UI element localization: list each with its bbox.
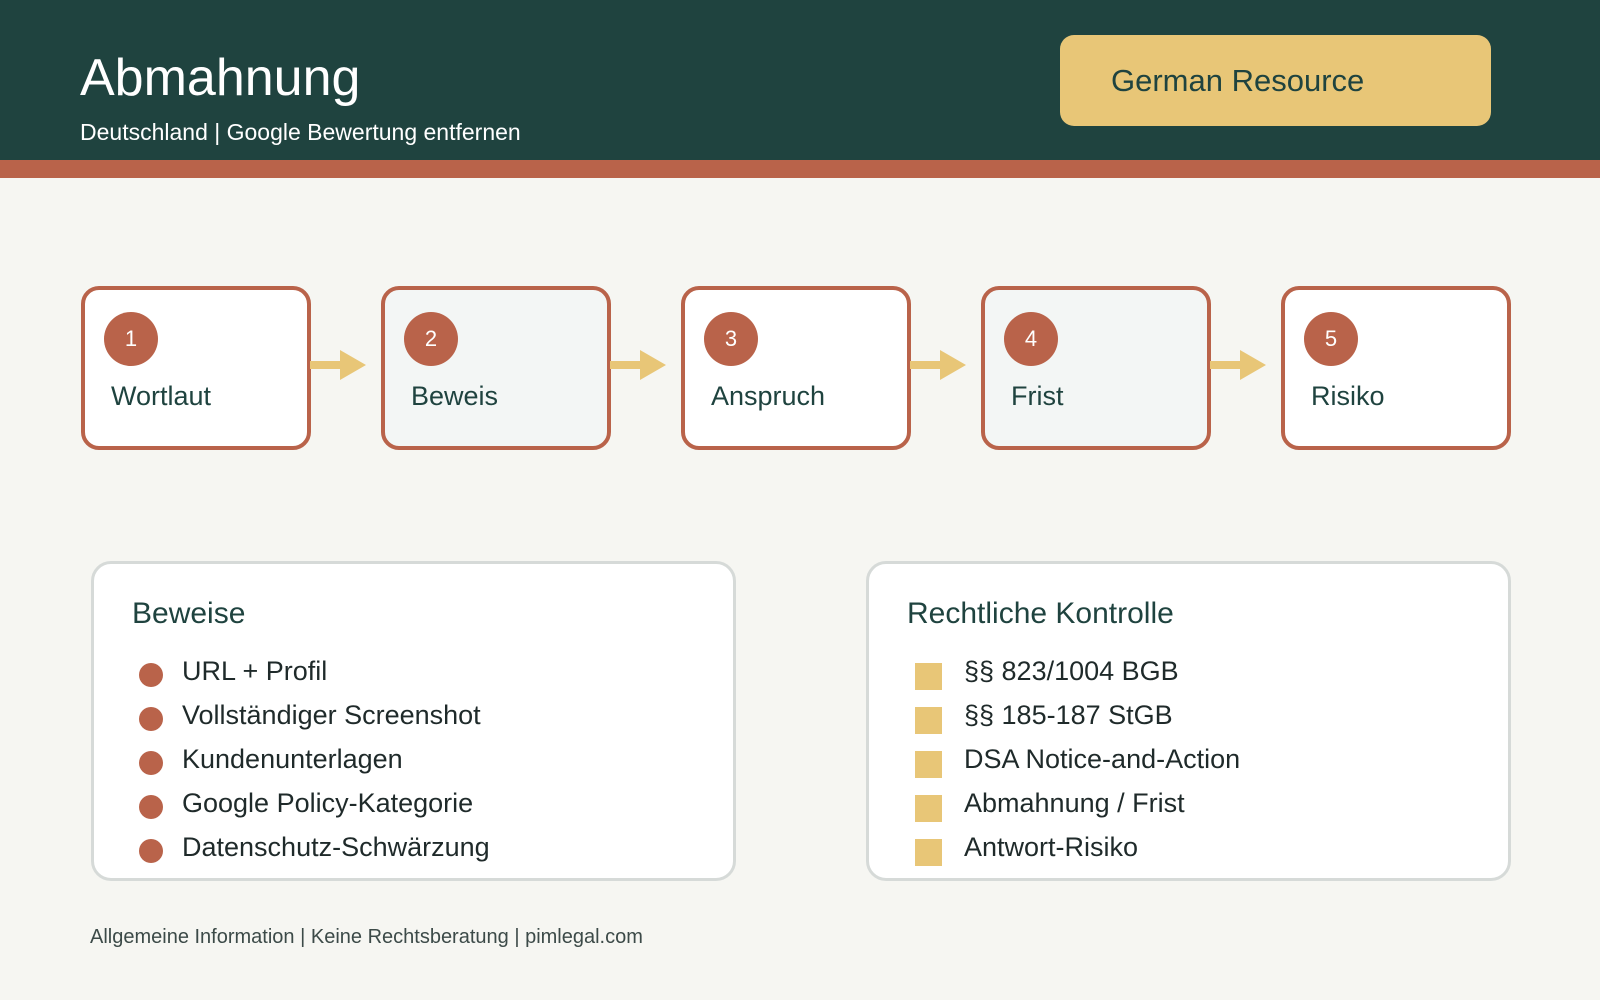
step-number-2: 2 — [404, 312, 458, 366]
evidence-list: URL + Profil Vollständiger Screenshot Ku… — [134, 649, 490, 869]
list-item-text: §§ 823/1004 BGB — [964, 656, 1179, 686]
arrow-right-icon — [610, 350, 666, 380]
list-item: §§ 823/1004 BGB — [909, 649, 1240, 693]
list-item-text: Antwort-Risiko — [964, 832, 1139, 862]
list-item: DSA Notice-and-Action — [909, 737, 1240, 781]
list-item-text: Abmahnung / Frist — [964, 788, 1185, 818]
list-item: URL + Profil — [134, 649, 490, 693]
bullet-square-icon — [915, 839, 942, 866]
step-number-1: 1 — [104, 312, 158, 366]
step-label-5: Risiko — [1311, 381, 1385, 411]
step-box-2: 2 Beweis — [381, 286, 611, 450]
list-item-text: Vollständiger Screenshot — [182, 700, 481, 730]
resource-badge-label: German Resource — [1111, 62, 1365, 98]
step-box-4: 4 Frist — [981, 286, 1211, 450]
list-item-text: Kundenunterlagen — [182, 744, 403, 774]
page-subtitle: Deutschland | Google Bewertung entfernen — [80, 119, 521, 145]
step-label-1: Wortlaut — [111, 381, 212, 411]
list-item: Kundenunterlagen — [134, 737, 490, 781]
list-item-text: §§ 185-187 StGB — [964, 700, 1173, 730]
bullet-square-icon — [915, 707, 942, 734]
bullet-dot-icon — [139, 663, 163, 687]
header-stripe — [0, 160, 1600, 178]
bullet-square-icon — [915, 663, 942, 690]
bullet-dot-icon — [139, 707, 163, 731]
step-box-3: 3 Anspruch — [681, 286, 911, 450]
list-item: Abmahnung / Frist — [909, 781, 1240, 825]
list-item: Antwort-Risiko — [909, 825, 1240, 869]
list-item-text: Google Policy-Kategorie — [182, 788, 474, 818]
arrow-right-icon — [910, 350, 966, 380]
evidence-card-title: Beweise — [132, 597, 246, 630]
arrow-right-icon — [1210, 350, 1266, 380]
step-box-5: 5 Risiko — [1281, 286, 1511, 450]
legal-card-title: Rechtliche Kontrolle — [907, 597, 1174, 630]
step-label-2: Beweis — [411, 381, 499, 411]
legal-control-card: Rechtliche Kontrolle §§ 823/1004 BGB §§ … — [866, 561, 1511, 881]
list-item-text: Datenschutz-Schwärzung — [182, 832, 490, 862]
list-item: §§ 185-187 StGB — [909, 693, 1240, 737]
step-box-1: 1 Wortlaut — [81, 286, 311, 450]
resource-badge: German Resource — [1060, 35, 1491, 126]
step-number-5: 5 — [1304, 312, 1358, 366]
bullet-square-icon — [915, 751, 942, 778]
footer-note: Allgemeine Information | Keine Rechtsber… — [90, 926, 643, 948]
evidence-card: Beweise URL + Profil Vollständiger Scree… — [91, 561, 736, 881]
legal-list: §§ 823/1004 BGB §§ 185-187 StGB DSA Noti… — [909, 649, 1240, 869]
step-number-3: 3 — [704, 312, 758, 366]
bullet-dot-icon — [139, 751, 163, 775]
list-item-text: DSA Notice-and-Action — [964, 744, 1241, 774]
step-number-4: 4 — [1004, 312, 1058, 366]
list-item: Datenschutz-Schwärzung — [134, 825, 490, 869]
list-item: Vollständiger Screenshot — [134, 693, 490, 737]
list-item-text: URL + Profil — [182, 656, 328, 686]
step-label-3: Anspruch — [711, 381, 826, 411]
arrow-right-icon — [310, 350, 366, 380]
bullet-square-icon — [915, 795, 942, 822]
page-title: Abmahnung — [80, 49, 361, 107]
list-item: Google Policy-Kategorie — [134, 781, 490, 825]
bullet-dot-icon — [139, 795, 163, 819]
bullet-dot-icon — [139, 839, 163, 863]
step-label-4: Frist — [1011, 381, 1064, 411]
